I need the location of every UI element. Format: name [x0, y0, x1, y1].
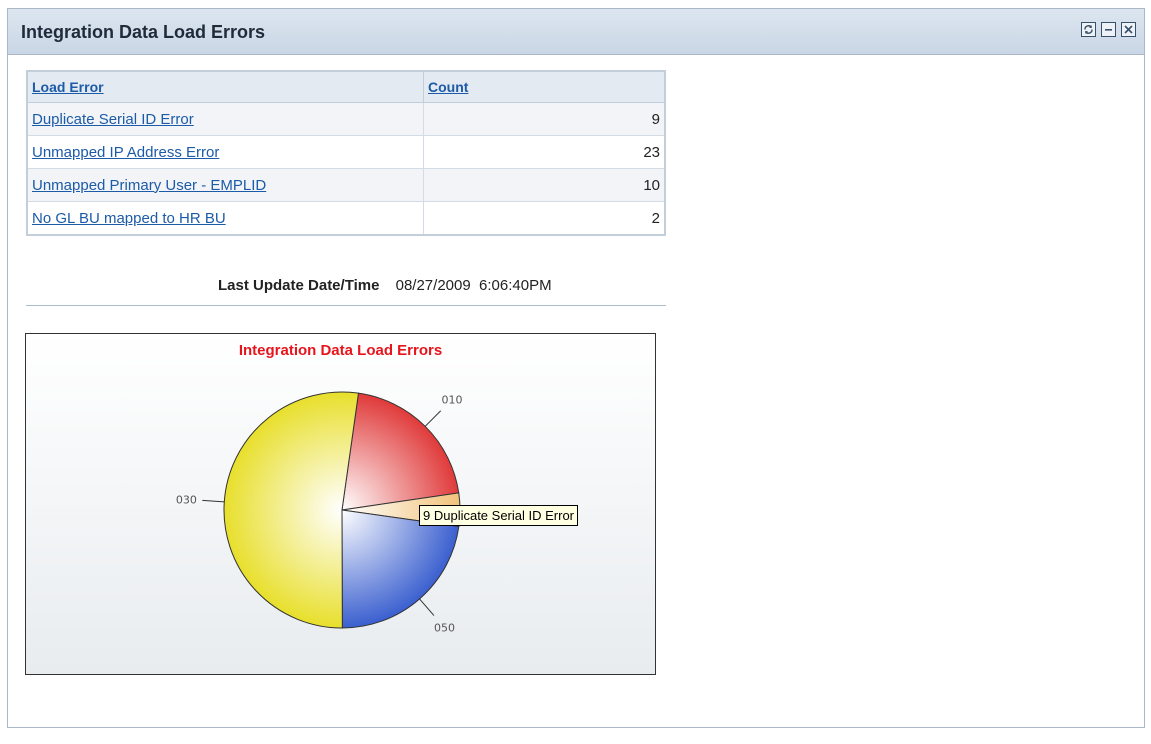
close-icon[interactable] [1121, 22, 1136, 37]
pie-slice-030[interactable] [223, 391, 360, 629]
pagelet-header: Integration Data Load Errors [8, 9, 1144, 55]
count-cell: 2 [423, 201, 666, 236]
table-row: No GL BU mapped to HR BU 2 [26, 201, 666, 236]
header-load-error: Load Error [26, 70, 424, 103]
error-cell: Unmapped IP Address Error [26, 135, 424, 169]
last-update: Last Update Date/Time 08/27/2009 6:06:40… [218, 277, 552, 294]
pagelet-title: Integration Data Load Errors [21, 22, 266, 42]
error-link[interactable]: Duplicate Serial ID Error [32, 111, 194, 128]
pie-label-010: 010 [441, 393, 462, 406]
minimize-icon[interactable] [1101, 22, 1116, 37]
pie-slice-050[interactable] [341, 509, 460, 629]
load-error-grid: Load Error Count Duplicate Serial ID Err… [26, 70, 666, 236]
error-cell: No GL BU mapped to HR BU [26, 201, 424, 236]
header-count: Count [423, 70, 666, 103]
pagelet: Integration Data Load Errors Load Error … [7, 8, 1145, 728]
error-link[interactable]: Unmapped IP Address Error [32, 144, 219, 161]
pie-label-050: 050 [434, 622, 455, 635]
last-update-label: Last Update Date/Time [218, 277, 380, 294]
count-cell: 23 [423, 135, 666, 169]
chart-tooltip: 9 Duplicate Serial ID Error [419, 505, 578, 526]
table-row: Unmapped IP Address Error 23 [26, 135, 666, 169]
divider [26, 305, 666, 306]
refresh-icon[interactable] [1081, 22, 1096, 37]
pie-slice-010[interactable] [341, 392, 460, 511]
error-link[interactable]: No GL BU mapped to HR BU [32, 210, 226, 227]
count-cell: 9 [423, 102, 666, 136]
pie-chart: Integration Data Load Errors 01007005003… [25, 333, 656, 675]
sort-load-error-link[interactable]: Load Error [32, 79, 104, 95]
table-row: Unmapped Primary User - EMPLID 10 [26, 168, 666, 202]
label-leader [419, 598, 435, 616]
pie-label-030: 030 [176, 493, 197, 506]
error-cell: Duplicate Serial ID Error [26, 102, 424, 136]
sort-count-link[interactable]: Count [428, 79, 468, 95]
grid-header-row: Load Error Count [26, 70, 666, 103]
table-row: Duplicate Serial ID Error 9 [26, 102, 666, 136]
label-leader [424, 410, 442, 427]
error-link[interactable]: Unmapped Primary User - EMPLID [32, 177, 266, 194]
count-cell: 10 [423, 168, 666, 202]
label-leader [202, 499, 225, 503]
header-buttons [1081, 22, 1136, 37]
pie-svg: 010070050030 [176, 391, 508, 635]
last-update-value: 08/27/2009 6:06:40PM [395, 277, 552, 294]
error-cell: Unmapped Primary User - EMPLID [26, 168, 424, 202]
